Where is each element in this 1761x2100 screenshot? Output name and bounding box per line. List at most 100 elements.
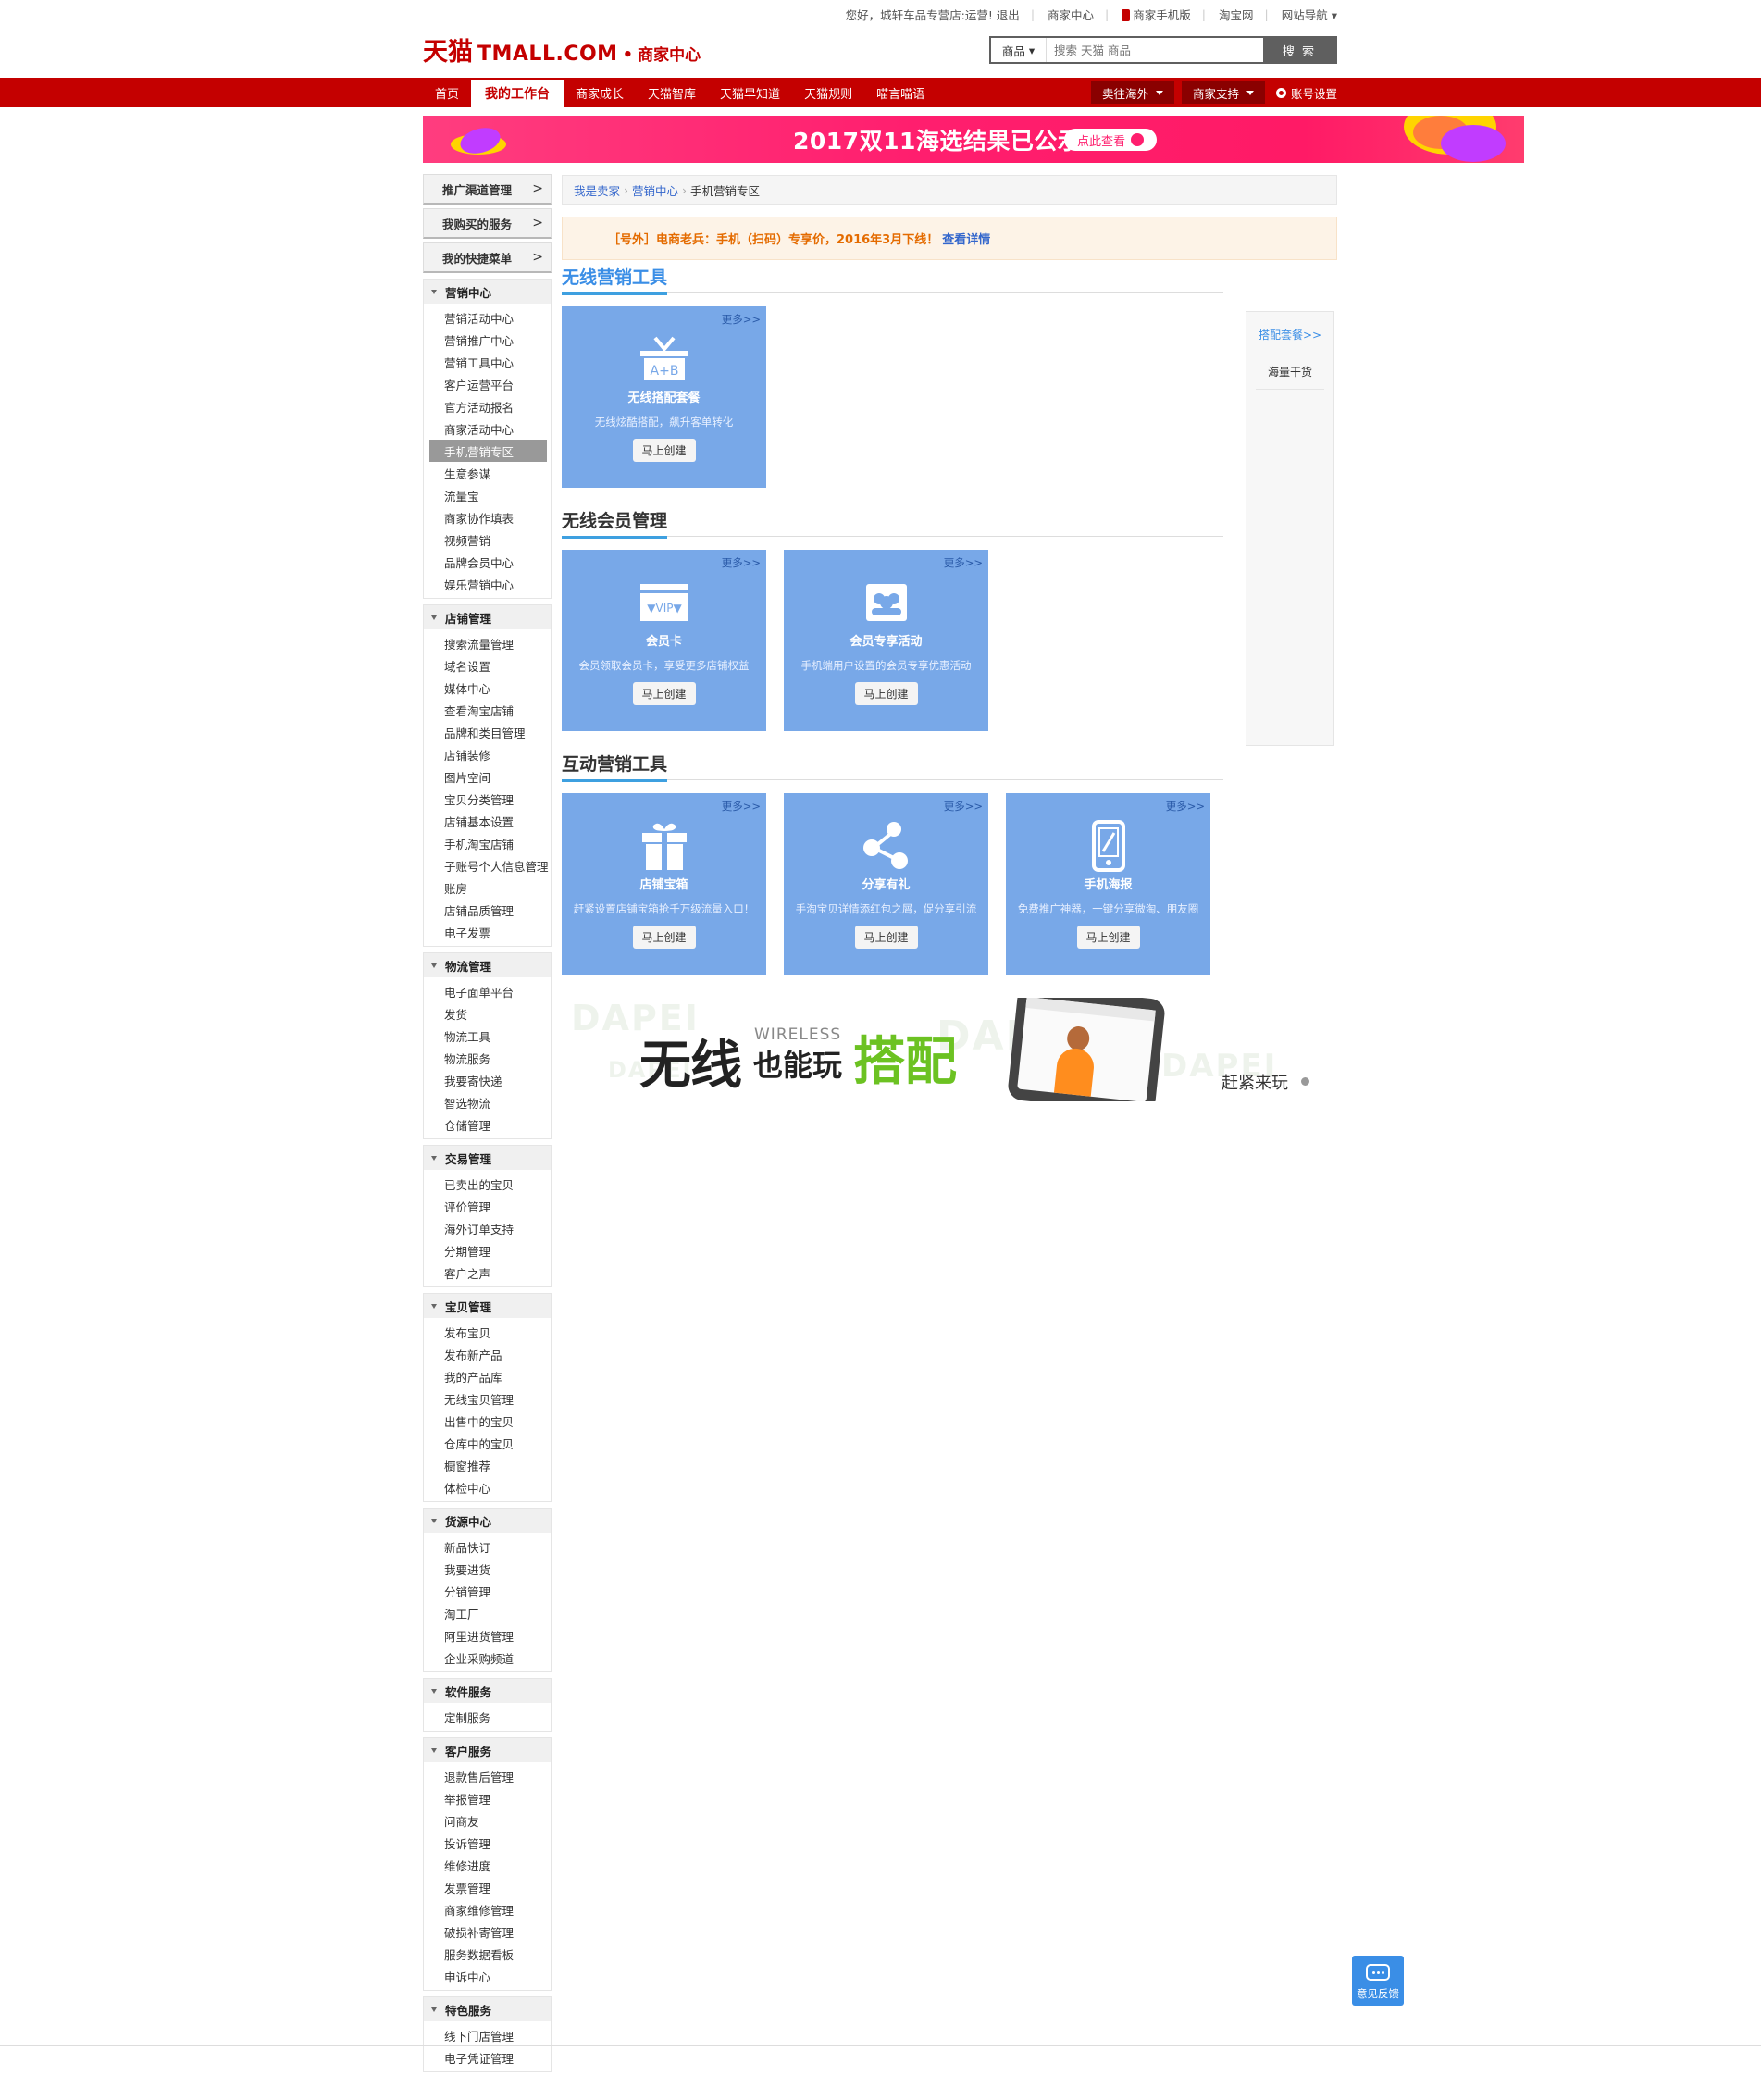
sidebar-item[interactable]: 店铺装修 — [424, 743, 551, 765]
sidebar-item[interactable]: 手机营销专区 — [429, 440, 547, 462]
sidebar-item[interactable]: 域名设置 — [424, 654, 551, 677]
create-now-button[interactable]: 马上创建 — [854, 682, 918, 705]
sidebar-item[interactable]: 已卖出的宝贝 — [424, 1173, 551, 1195]
sidebar-item[interactable]: 我的产品库 — [424, 1365, 551, 1387]
sidebar-item[interactable]: 品牌和类目管理 — [424, 721, 551, 743]
sidebar-item[interactable]: 营销工具中心 — [424, 351, 551, 373]
nav-home[interactable]: 首页 — [423, 78, 471, 107]
sidebar-item[interactable]: 店铺基本设置 — [424, 810, 551, 832]
nav-growth[interactable]: 商家成长 — [564, 78, 636, 107]
sidebar-item[interactable]: 发货 — [424, 1002, 551, 1025]
sidebar-item[interactable]: 物流工具 — [424, 1025, 551, 1047]
promo-banner[interactable]: 2017双11海选结果已公示 点此查看 — [423, 116, 1524, 163]
card-more-link[interactable]: 更多>> — [722, 312, 761, 327]
sidebar-item[interactable]: 查看淘宝店铺 — [424, 699, 551, 721]
sidebar-item[interactable]: 电子面单平台 — [424, 980, 551, 1002]
sidebar-item[interactable]: 子账号个人信息管理 — [424, 854, 551, 876]
sidebar-group-header[interactable]: 软件服务 — [424, 1678, 551, 1703]
nav-think-tank[interactable]: 天猫智库 — [636, 78, 708, 107]
card-more-link[interactable]: 更多>> — [722, 799, 761, 814]
sidebar-item[interactable]: 出售中的宝贝 — [424, 1410, 551, 1432]
sidebar-item[interactable]: 破损补寄管理 — [424, 1920, 551, 1943]
nav-workbench[interactable]: 我的工作台 — [471, 80, 564, 107]
account-settings-link[interactable]: 账号设置 — [1275, 84, 1337, 102]
create-now-button[interactable]: 马上创建 — [632, 926, 696, 949]
sidebar-item[interactable]: 橱窗推荐 — [424, 1454, 551, 1476]
sidebar-item[interactable]: 线下门店管理 — [424, 2024, 551, 2046]
sidebar-item[interactable]: 店铺品质管理 — [424, 899, 551, 921]
sidebar-item[interactable]: 定制服务 — [424, 1706, 551, 1728]
combo-package-link[interactable]: 搭配套餐>> — [1246, 327, 1333, 354]
sidebar-item[interactable]: 举报管理 — [424, 1787, 551, 1809]
sidebar-group-header[interactable]: 店铺管理 — [424, 604, 551, 629]
notice-detail-link[interactable]: 查看详情 — [942, 230, 990, 247]
sidebar-item[interactable]: 生意参谋 — [424, 462, 551, 484]
sidebar-item[interactable]: 客户之声 — [424, 1261, 551, 1284]
merchant-support-dropdown[interactable]: 商家支持 — [1181, 81, 1265, 104]
sidebar-item[interactable]: 物流服务 — [424, 1047, 551, 1069]
tool-card-share-gift[interactable]: 更多>> 分享有礼 手淘宝贝详情添红包之屑，促分享引流 马上创建 — [784, 793, 988, 975]
tool-card-phone-poster[interactable]: 更多>> 手机海报 免费推广神器，一键分享微淘、朋友圈 马上创建 — [1006, 793, 1210, 975]
dry-goods-item[interactable]: 海量干货 — [1256, 354, 1324, 390]
sidebar-group-header[interactable]: 货源中心 — [424, 1508, 551, 1533]
create-now-button[interactable]: 马上创建 — [632, 682, 696, 705]
site-nav-dropdown[interactable]: 网站导航 ▾ — [1282, 6, 1337, 23]
sidebar-item[interactable]: 我要寄快递 — [424, 1069, 551, 1091]
nav-miao[interactable]: 喵言喵语 — [864, 78, 936, 107]
sidebar-item[interactable]: 海外订单支持 — [424, 1217, 551, 1239]
create-now-button[interactable]: 马上创建 — [1076, 926, 1140, 949]
taobao-link[interactable]: 淘宝网 — [1219, 6, 1254, 23]
sidebar-item[interactable]: 视频营销 — [424, 528, 551, 551]
sidebar-item[interactable]: 问商友 — [424, 1809, 551, 1832]
sidebar-item[interactable]: 申诉中心 — [424, 1965, 551, 1987]
sidebar-item[interactable]: 评价管理 — [424, 1195, 551, 1217]
sidebar-item[interactable]: 投诉管理 — [424, 1832, 551, 1854]
sidebar-item[interactable]: 发布宝贝 — [424, 1321, 551, 1343]
breadcrumb-seller[interactable]: 我是卖家 — [574, 181, 620, 199]
sidebar-item[interactable]: 服务数据看板 — [424, 1943, 551, 1965]
sidebar-item[interactable]: 淘工厂 — [424, 1602, 551, 1624]
sidebar-item[interactable]: 流量宝 — [424, 484, 551, 506]
card-more-link[interactable]: 更多>> — [1166, 799, 1205, 814]
sidebar-top-quick-menu[interactable]: 我的快捷菜单 > — [423, 242, 552, 273]
tool-card-combo[interactable]: 更多>> A+B 无线搭配套餐 无线炫酷搭配，飙升客单转化 马上创建 — [562, 306, 766, 488]
sidebar-item[interactable]: 发票管理 — [424, 1876, 551, 1898]
sidebar-item[interactable]: 商家维修管理 — [424, 1898, 551, 1920]
sidebar-item[interactable]: 分销管理 — [424, 1580, 551, 1602]
create-now-button[interactable]: 马上创建 — [632, 439, 696, 462]
sidebar-group-header[interactable]: 客户服务 — [424, 1737, 551, 1762]
sidebar-item[interactable]: 宝贝分类管理 — [424, 788, 551, 810]
sidebar-top-promo-channel[interactable]: 推广渠道管理 > — [423, 174, 552, 205]
sidebar-item[interactable]: 官方活动报名 — [424, 395, 551, 417]
sidebar-item[interactable]: 手机淘宝店铺 — [424, 832, 551, 854]
sidebar-item[interactable]: 阿里进货管理 — [424, 1624, 551, 1646]
greeting-text[interactable]: 您好，城轩车品专营店:运营! 退出 — [846, 6, 1020, 23]
sidebar-group-header[interactable]: 交易管理 — [424, 1145, 551, 1170]
tmall-logo[interactable]: 天猫 TMALL.COM • 商家中心 — [423, 31, 701, 68]
sidebar-top-purchased-services[interactable]: 我购买的服务 > — [423, 208, 552, 239]
tool-card-treasure-box[interactable]: 更多>> 店铺宝箱 赶紧设置店铺宝箱抢千万级流量入口！ 马上创建 — [562, 793, 766, 975]
sidebar-item[interactable]: 商家协作填表 — [424, 506, 551, 528]
sidebar-item[interactable]: 分期管理 — [424, 1239, 551, 1261]
sidebar-item[interactable]: 维修进度 — [424, 1854, 551, 1876]
sidebar-item[interactable]: 企业采购频道 — [424, 1646, 551, 1669]
sidebar-item[interactable]: 品牌会员中心 — [424, 551, 551, 573]
sidebar-item[interactable]: 电子发票 — [424, 921, 551, 943]
search-category-select[interactable]: 商品 ▾ — [991, 38, 1047, 62]
sidebar-item[interactable]: 无线宝贝管理 — [424, 1387, 551, 1410]
nav-rules[interactable]: 天猫规则 — [792, 78, 864, 107]
sidebar-item[interactable]: 仓储管理 — [424, 1113, 551, 1136]
sell-abroad-dropdown[interactable]: 卖往海外 — [1090, 81, 1174, 104]
sidebar-item[interactable]: 客户运营平台 — [424, 373, 551, 395]
sidebar-item[interactable]: 娱乐营销中心 — [424, 573, 551, 595]
card-more-link[interactable]: 更多>> — [944, 799, 983, 814]
nav-early-know[interactable]: 天猫早知道 — [708, 78, 792, 107]
sidebar-item[interactable]: 电子凭证管理 — [424, 2046, 551, 2069]
sidebar-item[interactable]: 退款售后管理 — [424, 1765, 551, 1787]
sidebar-item[interactable]: 体检中心 — [424, 1476, 551, 1498]
tool-card-member-card[interactable]: 更多>> ▼VIP▼ 会员卡 会员领取会员卡，享受更多店铺权益 马上创建 — [562, 550, 766, 731]
merchant-center-link[interactable]: 商家中心 — [1048, 6, 1094, 23]
search-button[interactable]: 搜 索 — [1263, 38, 1335, 62]
create-now-button[interactable]: 马上创建 — [854, 926, 918, 949]
sidebar-item[interactable]: 仓库中的宝贝 — [424, 1432, 551, 1454]
